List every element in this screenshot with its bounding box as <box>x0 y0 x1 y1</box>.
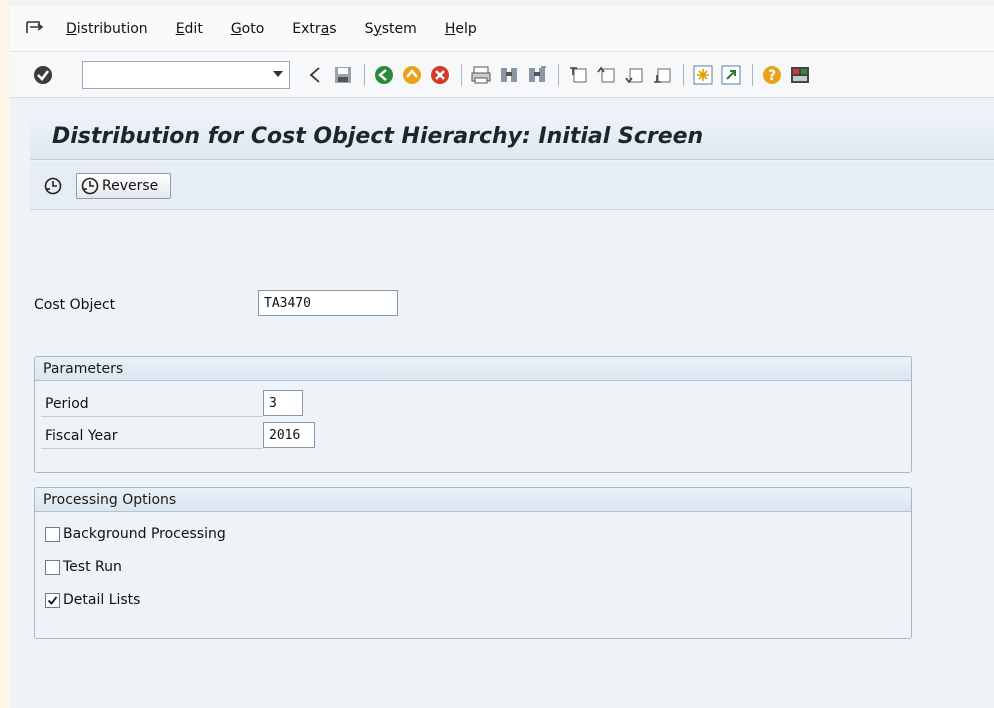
background-processing-checkbox[interactable] <box>45 526 60 542</box>
reverse-execute-icon <box>81 177 99 194</box>
help-icon[interactable]: ? <box>761 64 783 86</box>
menu-mnemonic: G <box>230 20 242 37</box>
toolbar-separator <box>461 63 462 86</box>
fiscal-year-label-text: Fiscal Year <box>45 427 118 444</box>
menu-label: s <box>329 20 337 37</box>
left-border <box>0 0 10 708</box>
collapse-left-icon[interactable] <box>304 64 326 86</box>
test-run-row: Test Run <box>45 559 122 575</box>
toolbar-separator <box>752 63 753 86</box>
menu-label: stem <box>381 20 417 37</box>
period-label-text: Period <box>45 395 89 412</box>
menu-label: oto <box>241 20 265 37</box>
back-icon[interactable] <box>373 64 395 86</box>
parameters-header: Parameters <box>35 357 911 381</box>
cancel-icon[interactable] <box>429 64 451 86</box>
dropdown-arrow-icon[interactable] <box>273 67 283 82</box>
svg-text:?: ? <box>768 68 776 84</box>
find-icon[interactable] <box>498 64 520 86</box>
last-page-icon[interactable] <box>651 64 673 86</box>
main-content: Cost Object TA3470 Parameters Period 3 F… <box>30 211 994 708</box>
menu-mnemonic: a <box>320 20 330 37</box>
cost-object-value: TA3470 <box>264 295 311 311</box>
period-value: 3 <box>269 395 277 411</box>
toolbar-separator <box>558 63 559 86</box>
layout-menu-icon[interactable] <box>789 64 811 86</box>
cost-object-input[interactable]: TA3470 <box>258 290 398 316</box>
menu-mnemonic: D <box>66 20 77 37</box>
menu-label: elp <box>455 20 477 37</box>
menu-bar: Distribution Edit Goto Extras System Hel… <box>10 6 994 52</box>
menu-mnemonic: y <box>373 20 382 37</box>
print-icon[interactable] <box>470 64 492 86</box>
create-session-icon[interactable] <box>692 64 714 86</box>
first-page-icon[interactable] <box>567 64 589 86</box>
execute-icon[interactable] <box>44 177 62 195</box>
command-field[interactable] <box>82 60 290 89</box>
fiscal-year-input[interactable]: 2016 <box>263 422 315 448</box>
processing-options-group: Processing Options Background Processing… <box>34 487 912 639</box>
menu-mnemonic: H <box>444 20 456 37</box>
menu-edit[interactable]: Edit <box>176 21 203 37</box>
detail-lists-label: Detail Lists <box>63 592 141 608</box>
parameters-group: Parameters Period 3 Fiscal Year 2016 <box>34 356 912 473</box>
enter-check-icon[interactable] <box>32 64 54 86</box>
standard-toolbar: ? <box>10 52 994 98</box>
menu-label: istribution <box>76 20 148 37</box>
screen-title-bar: Distribution for Cost Object Hierarchy: … <box>30 114 994 160</box>
menu-distribution[interactable]: Distribution <box>66 21 148 37</box>
next-page-icon[interactable] <box>623 64 645 86</box>
menu-goto[interactable]: Goto <box>231 21 264 37</box>
background-processing-label: Background Processing <box>63 526 226 542</box>
menu-system-icon[interactable] <box>24 20 46 38</box>
reverse-button-label: Reverse <box>102 177 159 194</box>
period-input[interactable]: 3 <box>263 390 303 416</box>
find-next-icon[interactable] <box>526 64 548 86</box>
test-run-checkbox[interactable] <box>45 559 60 575</box>
shortcut-icon[interactable] <box>720 64 742 86</box>
period-label: Period <box>41 391 263 417</box>
test-run-label: Test Run <box>63 559 122 575</box>
checkmark-icon <box>47 595 58 605</box>
menu-mnemonic: E <box>175 20 185 37</box>
menu-help[interactable]: Help <box>445 21 477 37</box>
processing-options-header: Processing Options <box>35 488 911 512</box>
fiscal-year-label: Fiscal Year <box>41 423 263 449</box>
menu-system[interactable]: System <box>365 21 417 37</box>
menu-label: Extr <box>292 20 321 37</box>
reverse-button[interactable]: Reverse <box>76 172 172 199</box>
toolbar-separator <box>683 63 684 86</box>
toolbar-separator <box>364 63 365 86</box>
previous-page-icon[interactable] <box>595 64 617 86</box>
save-icon[interactable] <box>332 64 354 86</box>
background-processing-row: Background Processing <box>45 526 226 542</box>
exit-icon[interactable] <box>401 64 423 86</box>
detail-lists-row: Detail Lists <box>45 592 140 608</box>
page-title: Distribution for Cost Object Hierarchy: … <box>52 124 704 149</box>
menu-label: dit <box>184 20 203 37</box>
application-toolbar: Reverse <box>30 162 994 210</box>
menu-extras[interactable]: Extras <box>292 21 336 37</box>
detail-lists-checkbox[interactable] <box>45 592 60 608</box>
cost-object-label: Cost Object <box>34 297 116 313</box>
fiscal-year-value: 2016 <box>269 427 301 443</box>
